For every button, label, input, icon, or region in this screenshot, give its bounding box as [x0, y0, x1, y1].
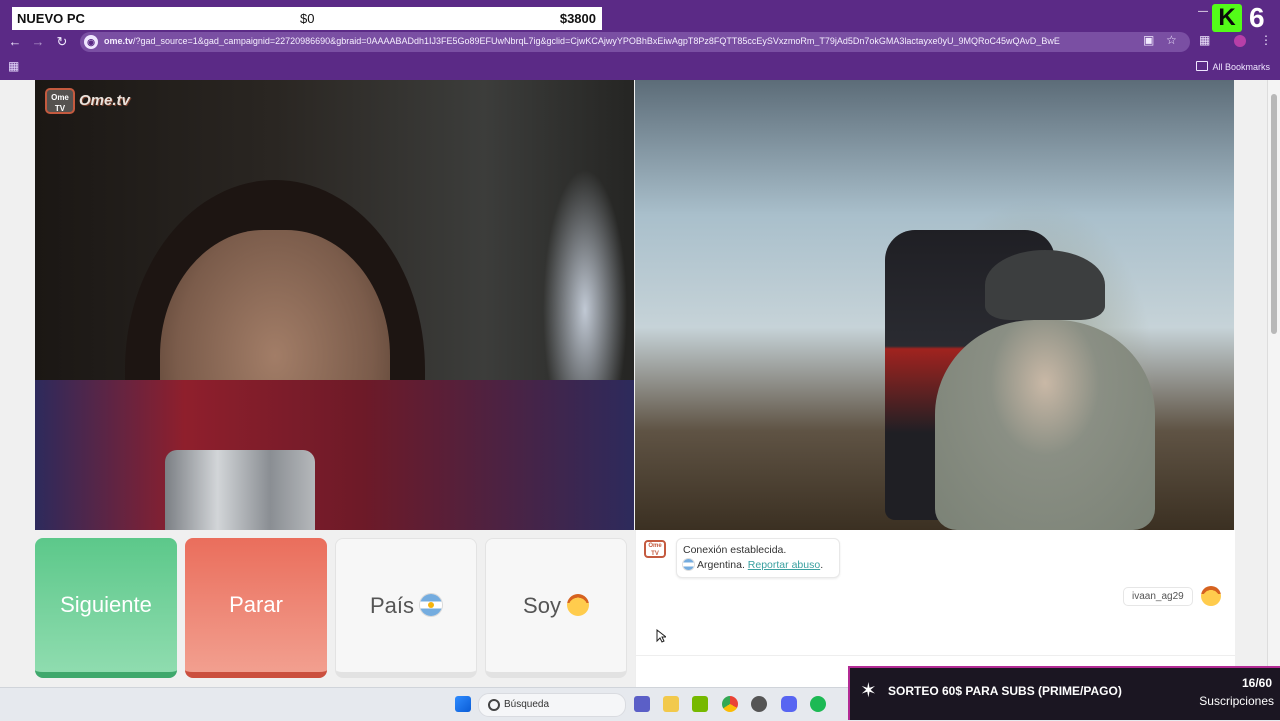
chrome-icon[interactable] — [722, 696, 738, 712]
goal-start: $0 — [300, 11, 315, 26]
report-suffix: . — [820, 559, 824, 571]
country-button-label: País — [369, 593, 415, 618]
argentina-flag-icon — [420, 594, 443, 616]
subs-count: 16/60 — [1241, 676, 1272, 690]
url-host: ome.tv — [104, 36, 134, 46]
site-info-icon[interactable]: ◉ — [84, 35, 98, 49]
viewer-count: 6 — [1249, 2, 1265, 33]
system-country: Argentina. — [697, 559, 745, 571]
boy-emoji-icon — [566, 594, 589, 616]
menu-icon[interactable]: ⋮ — [1260, 33, 1272, 47]
kick-logo: K — [1212, 4, 1242, 32]
search-icon — [488, 699, 500, 711]
star-icon: ✶ — [860, 680, 877, 702]
nvidia-icon[interactable] — [692, 696, 708, 712]
user-name-chip: ivaan_ag29 — [1123, 587, 1193, 606]
back-icon[interactable]: ← — [6, 33, 24, 51]
apps-grid-icon[interactable]: ▦ — [8, 60, 20, 72]
stranger-jacket — [35, 380, 634, 530]
all-bookmarks-label: All Bookmarks — [1212, 62, 1270, 72]
report-abuse-link[interactable]: Reportar abuso — [748, 559, 820, 571]
all-bookmarks[interactable]: All Bookmarks — [1196, 61, 1270, 72]
ometv-logo-text: Ome.tv — [79, 92, 130, 109]
ometv-logo-box: Ome TV — [45, 88, 75, 114]
scroll-thumb[interactable] — [1271, 94, 1277, 334]
system-message-line2: Argentina. Reportar abuso. — [683, 558, 833, 573]
system-message: Conexión establecida. Argentina. Reporta… — [676, 538, 840, 578]
stranger-video: Ome TV Ome.tv — [35, 80, 634, 530]
forward-icon[interactable]: → — [29, 33, 47, 51]
windows-start-icon[interactable] — [455, 696, 471, 712]
ometv-chat-icon: Ome TV — [644, 540, 666, 558]
goal-title: NUEVO PC — [17, 11, 85, 26]
taskbar-search[interactable]: Búsqueda — [478, 693, 626, 717]
address-bar[interactable]: ◉ ome.tv/?gad_source=1&gad_campaignid=22… — [80, 32, 1190, 52]
url-text[interactable]: ome.tv/?gad_source=1&gad_campaignid=2272… — [104, 36, 1124, 46]
obs-icon[interactable] — [751, 696, 767, 712]
streamer-cap — [985, 250, 1105, 320]
navigation-row: ← → ↻ ◉ ome.tv/?gad_source=1&gad_campaig… — [0, 30, 1280, 54]
cast-icon[interactable]: ▣ — [1143, 33, 1154, 47]
stop-button[interactable]: Parar — [185, 538, 327, 678]
chat-panel: Ome TV Conexión establecida. Argentina. … — [635, 530, 1235, 688]
spotify-icon[interactable] — [810, 696, 826, 712]
taskbar-search-text: Búsqueda — [504, 699, 550, 710]
giveaway-overlay: ✶ SORTEO 60$ PARA SUBS (PRIME/PAGO) 16/6… — [848, 666, 1280, 720]
gender-button-label: Soy — [523, 593, 561, 618]
country-button[interactable]: País — [335, 538, 477, 678]
extensions-icon[interactable]: ▦ — [1199, 33, 1210, 47]
argentina-flag-small-icon — [683, 559, 694, 570]
next-button-label: Siguiente — [60, 592, 152, 617]
url-path: /?gad_source=1&gad_campaignid=2272098669… — [133, 36, 1060, 46]
goal-overlay: NUEVO PC $0 $3800 — [12, 7, 602, 30]
user-avatar-icon — [1201, 586, 1221, 606]
next-button[interactable]: Siguiente — [35, 538, 177, 678]
streamer-body — [935, 320, 1155, 530]
system-message-line1: Conexión establecida. — [683, 544, 787, 556]
giveaway-text: SORTEO 60$ PARA SUBS (PRIME/PAGO) — [888, 684, 1122, 698]
discord-icon[interactable] — [781, 696, 797, 712]
bookmarks-bar: ▦ All Bookmarks — [0, 54, 1280, 80]
mate-thermos — [165, 450, 315, 530]
reload-icon[interactable]: ↻ — [53, 33, 71, 51]
subs-label: Suscripciones — [1199, 694, 1274, 708]
page-scrollbar[interactable] — [1267, 80, 1280, 687]
goal-target: $3800 — [559, 11, 596, 26]
file-explorer-icon[interactable] — [663, 696, 679, 712]
mouse-cursor-icon — [656, 629, 666, 643]
minimize-button[interactable]: — — [1198, 6, 1208, 17]
profile-avatar[interactable] — [1234, 35, 1246, 47]
self-video — [635, 80, 1234, 530]
bookmark-star-icon[interactable]: ☆ — [1166, 33, 1177, 47]
stop-button-label: Parar — [229, 592, 283, 617]
gender-button[interactable]: Soy — [485, 538, 627, 678]
teams-icon[interactable] — [634, 696, 650, 712]
folder-icon — [1196, 61, 1209, 71]
